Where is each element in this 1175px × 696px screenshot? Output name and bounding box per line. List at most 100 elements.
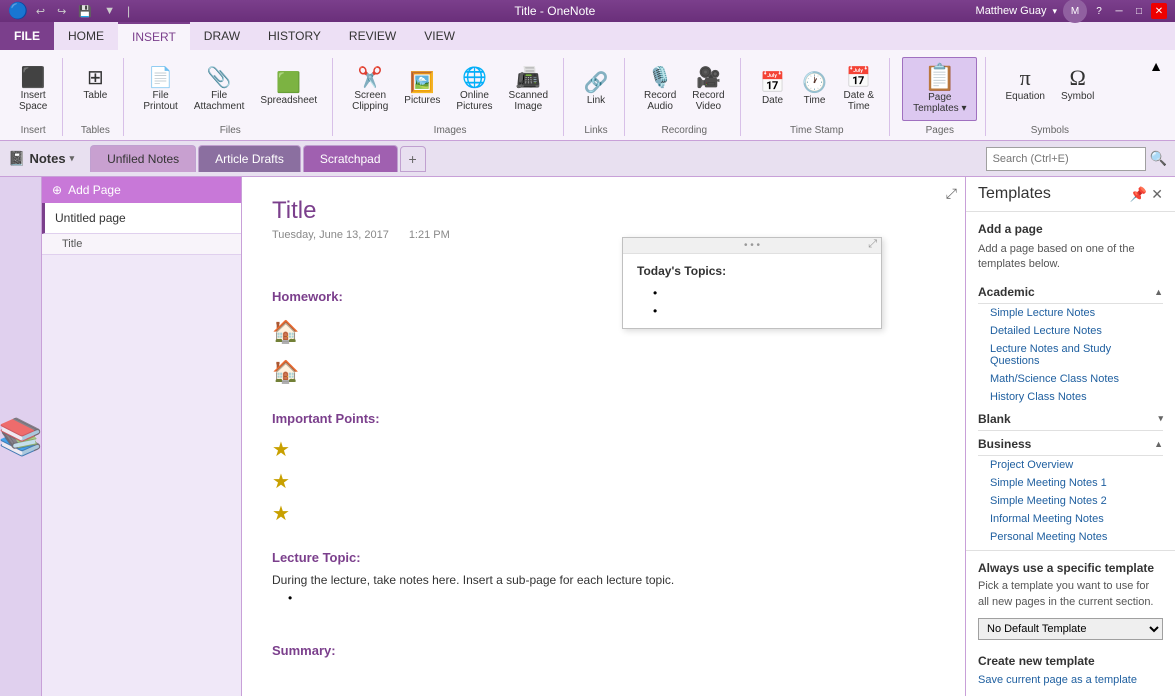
link-label: Link bbox=[587, 95, 605, 106]
category-academic-header[interactable]: Academic ▲ bbox=[978, 281, 1163, 304]
tab-review[interactable]: REVIEW bbox=[335, 22, 410, 50]
tab-home[interactable]: HOME bbox=[54, 22, 118, 50]
template-informal-meeting[interactable]: Informal Meeting Notes bbox=[978, 510, 1163, 528]
insert-space-label: InsertSpace bbox=[19, 90, 47, 112]
important-points-label: Important Points: bbox=[272, 411, 935, 426]
record-audio-button[interactable]: 🎙️ RecordAudio bbox=[637, 63, 683, 117]
default-template-select[interactable]: No Default Template bbox=[978, 618, 1163, 640]
equation-button[interactable]: π Equation bbox=[998, 62, 1051, 118]
add-page-button[interactable]: ⊕ Add Page bbox=[42, 177, 241, 203]
close-button[interactable]: ✕ bbox=[1151, 3, 1167, 19]
notebook-selector[interactable]: 📓 Notes ▾ bbox=[8, 150, 74, 167]
tab-history[interactable]: HISTORY bbox=[254, 22, 335, 50]
editor-time: 1:21 PM bbox=[409, 229, 450, 241]
academic-label: Academic bbox=[978, 285, 1035, 299]
online-pictures-icon: 🌐 bbox=[462, 68, 487, 88]
editor-title[interactable]: Title bbox=[272, 197, 935, 225]
templates-close-button[interactable]: ✕ bbox=[1151, 186, 1163, 203]
tab-insert[interactable]: INSERT bbox=[118, 22, 190, 50]
template-personal-meeting[interactable]: Personal Meeting Notes bbox=[978, 528, 1163, 546]
file-attachment-label: FileAttachment bbox=[194, 90, 245, 112]
scanned-image-button[interactable]: 📠 ScannedImage bbox=[502, 63, 555, 117]
record-video-button[interactable]: 🎥 RecordVideo bbox=[685, 63, 731, 117]
file-attachment-button[interactable]: 📎 FileAttachment bbox=[187, 63, 252, 117]
tab-article-drafts[interactable]: Article Drafts bbox=[198, 145, 301, 172]
ribbon-collapse[interactable]: ▲ bbox=[1145, 54, 1167, 78]
templates-header: Templates 📌 ✕ bbox=[966, 177, 1175, 212]
editor-date: Tuesday, June 13, 2017 bbox=[272, 229, 389, 241]
group-tables: ⊞ Table Tables bbox=[71, 58, 124, 136]
template-detailed-lecture[interactable]: Detailed Lecture Notes bbox=[978, 322, 1163, 340]
lecture-topic-body: During the lecture, take notes here. Ins… bbox=[272, 573, 935, 587]
page-item-title: Untitled page bbox=[55, 211, 231, 225]
tab-view[interactable]: VIEW bbox=[410, 22, 469, 50]
record-video-label: RecordVideo bbox=[692, 90, 724, 112]
search-bar: 🔍 bbox=[986, 147, 1167, 171]
file-printout-button[interactable]: 📄 FilePrintout bbox=[136, 63, 184, 117]
templates-footer: Always use a specific template Pick a te… bbox=[966, 550, 1175, 696]
lecture-topic-section: Lecture Topic: During the lecture, take … bbox=[272, 550, 935, 605]
editor[interactable]: ⤢ Title Tuesday, June 13, 2017 1:21 PM H… bbox=[242, 177, 965, 696]
scanned-image-label: ScannedImage bbox=[509, 90, 548, 112]
insert-space-button[interactable]: ⬛ InsertSpace bbox=[12, 63, 54, 117]
templates-pin-button[interactable]: 📌 bbox=[1130, 186, 1147, 203]
date-icon: 📅 bbox=[760, 73, 785, 93]
help-button[interactable]: ? bbox=[1091, 3, 1107, 19]
minimize-button[interactable]: ─ bbox=[1111, 3, 1127, 19]
quick-access-more[interactable]: ▼ bbox=[100, 3, 119, 19]
date-button[interactable]: 📅 Date bbox=[753, 68, 793, 111]
user-chevron[interactable]: ▾ bbox=[1052, 6, 1057, 17]
save-as-template-link[interactable]: Save current page as a template bbox=[978, 674, 1137, 686]
tab-file[interactable]: FILE bbox=[0, 22, 54, 50]
page-templates-button[interactable]: 📋 PageTemplates ▾ bbox=[902, 57, 977, 121]
group-insert: ⬛ InsertSpace Insert bbox=[8, 58, 63, 136]
template-lecture-study[interactable]: Lecture Notes and Study Questions bbox=[978, 340, 1163, 370]
recording-group-label: Recording bbox=[661, 123, 707, 136]
template-math-science[interactable]: Math/Science Class Notes bbox=[978, 370, 1163, 388]
insert-space-icon: ⬛ bbox=[21, 68, 46, 88]
window-title: Title - OneNote bbox=[514, 4, 595, 18]
record-audio-label: RecordAudio bbox=[644, 90, 676, 112]
search-icon[interactable]: 🔍 bbox=[1150, 150, 1167, 167]
link-button[interactable]: 🔗 Link bbox=[576, 68, 616, 111]
tab-scratchpad[interactable]: Scratchpad bbox=[303, 145, 398, 172]
maximize-button[interactable]: □ bbox=[1131, 3, 1147, 19]
quick-access-save[interactable]: 💾 bbox=[74, 3, 96, 20]
ribbon-content: ⬛ InsertSpace Insert ⊞ Table Tables 📄 Fi bbox=[0, 50, 1175, 140]
quick-access-forward[interactable]: ↪ bbox=[53, 3, 70, 20]
template-simple-meeting-1[interactable]: Simple Meeting Notes 1 bbox=[978, 474, 1163, 492]
title-bar-right: Matthew Guay ▾ M ? ─ □ ✕ bbox=[976, 0, 1167, 23]
template-simple-lecture[interactable]: Simple Lecture Notes bbox=[978, 304, 1163, 322]
screen-clipping-button[interactable]: ✂️ ScreenClipping bbox=[345, 63, 395, 117]
date-time-button[interactable]: 📅 Date &Time bbox=[837, 63, 882, 117]
template-project-overview[interactable]: Project Overview bbox=[978, 456, 1163, 474]
main-layout: 📚 ⊕ Add Page Untitled page Title ⤢ Title… bbox=[0, 177, 1175, 696]
page-sub-item[interactable]: Title bbox=[42, 234, 241, 255]
notebook-name: Notes bbox=[29, 151, 65, 166]
left-sidebar: 📚 bbox=[0, 177, 42, 696]
time-button[interactable]: 🕐 Time bbox=[795, 68, 835, 111]
template-simple-meeting-2[interactable]: Simple Meeting Notes 2 bbox=[978, 492, 1163, 510]
symbols-group-label: Symbols bbox=[1031, 123, 1069, 136]
floating-box-handle[interactable]: • • • ⤢ bbox=[623, 238, 881, 254]
onenote-logo: 🔵 bbox=[8, 1, 28, 21]
page-item[interactable]: Untitled page bbox=[42, 203, 241, 234]
expand-editor-button[interactable]: ⤢ bbox=[946, 185, 957, 202]
template-history-class[interactable]: History Class Notes bbox=[978, 388, 1163, 406]
tab-add-section[interactable]: + bbox=[400, 146, 426, 172]
symbol-button[interactable]: Ω Symbol bbox=[1054, 62, 1101, 118]
templates-panel: Templates 📌 ✕ Add a page Add a page base… bbox=[965, 177, 1175, 696]
floating-box-resize-icon[interactable]: ⤢ bbox=[868, 238, 877, 251]
category-blank-header[interactable]: Blank ▾ bbox=[978, 408, 1163, 431]
table-icon: ⊞ bbox=[87, 68, 104, 88]
spreadsheet-button[interactable]: 🟩 Spreadsheet bbox=[253, 68, 324, 111]
tab-draw[interactable]: DRAW bbox=[190, 22, 254, 50]
tab-unfiled-notes[interactable]: Unfiled Notes bbox=[90, 145, 196, 172]
category-business-header[interactable]: Business ▲ bbox=[978, 433, 1163, 456]
pictures-button[interactable]: 🖼️ Pictures bbox=[397, 68, 447, 111]
notebook-chevron: ▾ bbox=[70, 153, 75, 164]
search-input[interactable] bbox=[986, 147, 1146, 171]
quick-access-back[interactable]: ↩ bbox=[32, 3, 49, 20]
online-pictures-button[interactable]: 🌐 OnlinePictures bbox=[449, 63, 499, 117]
table-button[interactable]: ⊞ Table bbox=[75, 63, 115, 117]
